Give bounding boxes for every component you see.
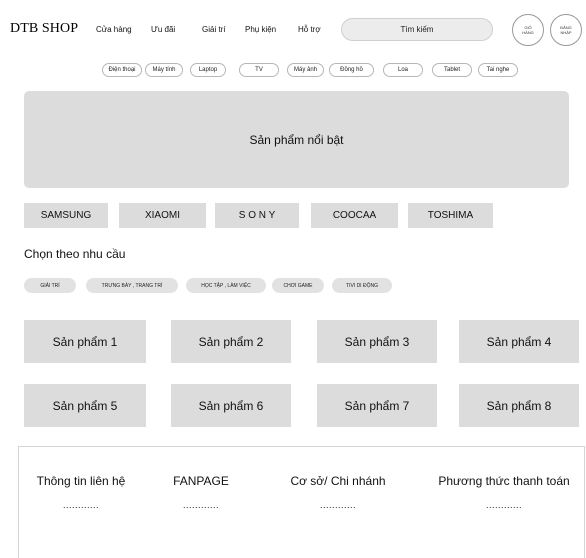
category-chip-may-tinh[interactable]: Máy tính (145, 63, 183, 77)
product-card-3[interactable]: Sản phẩm 3 (317, 320, 437, 363)
category-chip-tai-nghe[interactable]: Tai nghe (478, 63, 518, 77)
featured-banner[interactable]: Sản phẩm nổi bật (24, 91, 569, 188)
brand-label: SAMSUNG (40, 210, 92, 221)
category-chip-label: Đồng hồ (340, 67, 363, 73)
product-card-4[interactable]: Sản phẩm 4 (459, 320, 579, 363)
search-input[interactable]: Tìm kiếm (341, 18, 493, 41)
footer-col-contact: Thông tin liên hệ ............ (31, 474, 131, 510)
brand-samsung[interactable]: SAMSUNG (24, 203, 108, 228)
product-name: Sản phẩm 6 (198, 398, 264, 413)
site-footer: Thông tin liên hệ ............ FANPAGE .… (18, 446, 585, 558)
footer-col-value: ............ (62, 500, 99, 510)
footer-col-title: Cơ sở/ Chi nhánh (290, 474, 386, 488)
category-chip-may-anh[interactable]: Máy ảnh (287, 63, 324, 77)
need-chip-trung-bay[interactable]: TRƯNG BÀY , TRANG TRÍ (86, 278, 178, 293)
brand-label: XIAOMI (144, 210, 180, 221)
need-chip-label: GIẢI TRÍ (40, 282, 60, 289)
product-name: Sản phẩm 2 (198, 334, 264, 349)
product-name: Sản phẩm 4 (486, 334, 552, 349)
product-name: Sản phẩm 7 (344, 398, 410, 413)
need-chip-tivi-di-dong[interactable]: TIVI DI ĐỘNG (332, 278, 392, 293)
product-name: Sản phẩm 8 (486, 398, 552, 413)
needs-section-title: Chọn theo nhu cầu (24, 247, 126, 261)
category-chip-label: Loa (397, 67, 408, 73)
footer-col-title[interactable]: FANPAGE (162, 474, 240, 488)
need-chip-choi-game[interactable]: CHƠI GAME (272, 278, 324, 293)
category-bar: Điện thoại Máy tính Laptop TV Máy ảnh Đồ… (0, 63, 586, 81)
product-card-5[interactable]: Sản phẩm 5 (24, 384, 146, 427)
footer-col-title: Thông tin liên hệ (36, 474, 126, 488)
need-chip-label: TIVI DI ĐỘNG (346, 282, 378, 289)
brand-label: COOCAA (332, 210, 377, 221)
search-placeholder: Tìm kiếm (400, 25, 434, 34)
category-chip-tv[interactable]: TV (239, 63, 279, 77)
nav-item-uu-dai[interactable]: Ưu đãi (151, 25, 175, 34)
nav-item-ho-tro[interactable]: Hỗ trợ (298, 25, 321, 34)
nav-item-phu-kien[interactable]: Phụ kiện (245, 25, 276, 34)
nav-item-giai-tri[interactable]: Giải trí (202, 25, 226, 34)
category-chip-laptop[interactable]: Laptop (190, 63, 226, 77)
category-chip-dien-thoai[interactable]: Điện thoại (102, 63, 142, 77)
product-card-8[interactable]: Sản phẩm 8 (459, 384, 579, 427)
product-name: Sản phẩm 5 (52, 398, 118, 413)
site-logo[interactable]: DTB SHOP (10, 21, 78, 37)
product-name: Sản phẩm 1 (52, 334, 118, 349)
category-chip-label: Điện thoại (108, 67, 136, 73)
category-chip-label: TV (255, 67, 263, 73)
footer-col-branches: Cơ sở/ Chi nhánh ............ (283, 474, 393, 510)
featured-banner-title: Sản phẩm nổi bật (249, 132, 344, 147)
category-chip-tablet[interactable]: Tablet (432, 63, 472, 77)
need-chip-label: TRƯNG BÀY , TRANG TRÍ (101, 282, 163, 289)
footer-col-value: ............ (319, 500, 356, 510)
category-chip-dong-ho[interactable]: Đồng hồ (329, 63, 374, 77)
cart-button-label: GIỎ HÀNG (522, 25, 534, 35)
category-chip-label: Laptop (198, 67, 218, 73)
site-header: DTB SHOP Cửa hàng Ưu đãi Giải trí Phụ ki… (0, 0, 586, 60)
brand-sony[interactable]: S O N Y (215, 203, 299, 228)
login-button-label: ĐĂNG NHẬP (560, 25, 572, 35)
product-name: Sản phẩm 3 (344, 334, 410, 349)
footer-col-value: ............ (485, 500, 522, 510)
footer-col-title: Phương thức thanh toán (438, 474, 570, 488)
category-chip-label: Máy tính (152, 67, 176, 73)
footer-col-value: ............ (182, 500, 219, 510)
brand-label: S O N Y (238, 210, 276, 221)
brand-toshima[interactable]: TOSHIMA (408, 203, 493, 228)
nav-item-cua-hang[interactable]: Cửa hàng (96, 25, 132, 34)
need-chip-label: CHƠI GAME (283, 282, 313, 289)
login-button[interactable]: ĐĂNG NHẬP (550, 14, 582, 46)
brand-xiaomi[interactable]: XIAOMI (119, 203, 206, 228)
need-chip-hoc-tap[interactable]: HỌC TẬP , LÀM VIỆC (186, 278, 266, 293)
category-chip-loa[interactable]: Loa (383, 63, 423, 77)
cart-button[interactable]: GIỎ HÀNG (512, 14, 544, 46)
category-chip-label: Tai nghe (486, 67, 510, 73)
brand-label: TOSHIMA (427, 210, 474, 221)
footer-col-payment: Phương thức thanh toán ............ (429, 474, 579, 510)
category-chip-label: Máy ảnh (293, 67, 317, 73)
product-card-2[interactable]: Sản phẩm 2 (171, 320, 291, 363)
need-chip-giai-tri[interactable]: GIẢI TRÍ (24, 278, 76, 293)
product-card-7[interactable]: Sản phẩm 7 (317, 384, 437, 427)
need-chip-label: HỌC TẬP , LÀM VIỆC (201, 282, 251, 289)
brand-coocaa[interactable]: COOCAA (311, 203, 398, 228)
footer-col-fanpage: FANPAGE ............ (162, 474, 240, 510)
category-chip-label: Tablet (443, 67, 460, 73)
product-card-6[interactable]: Sản phẩm 6 (171, 384, 291, 427)
product-card-1[interactable]: Sản phẩm 1 (24, 320, 146, 363)
